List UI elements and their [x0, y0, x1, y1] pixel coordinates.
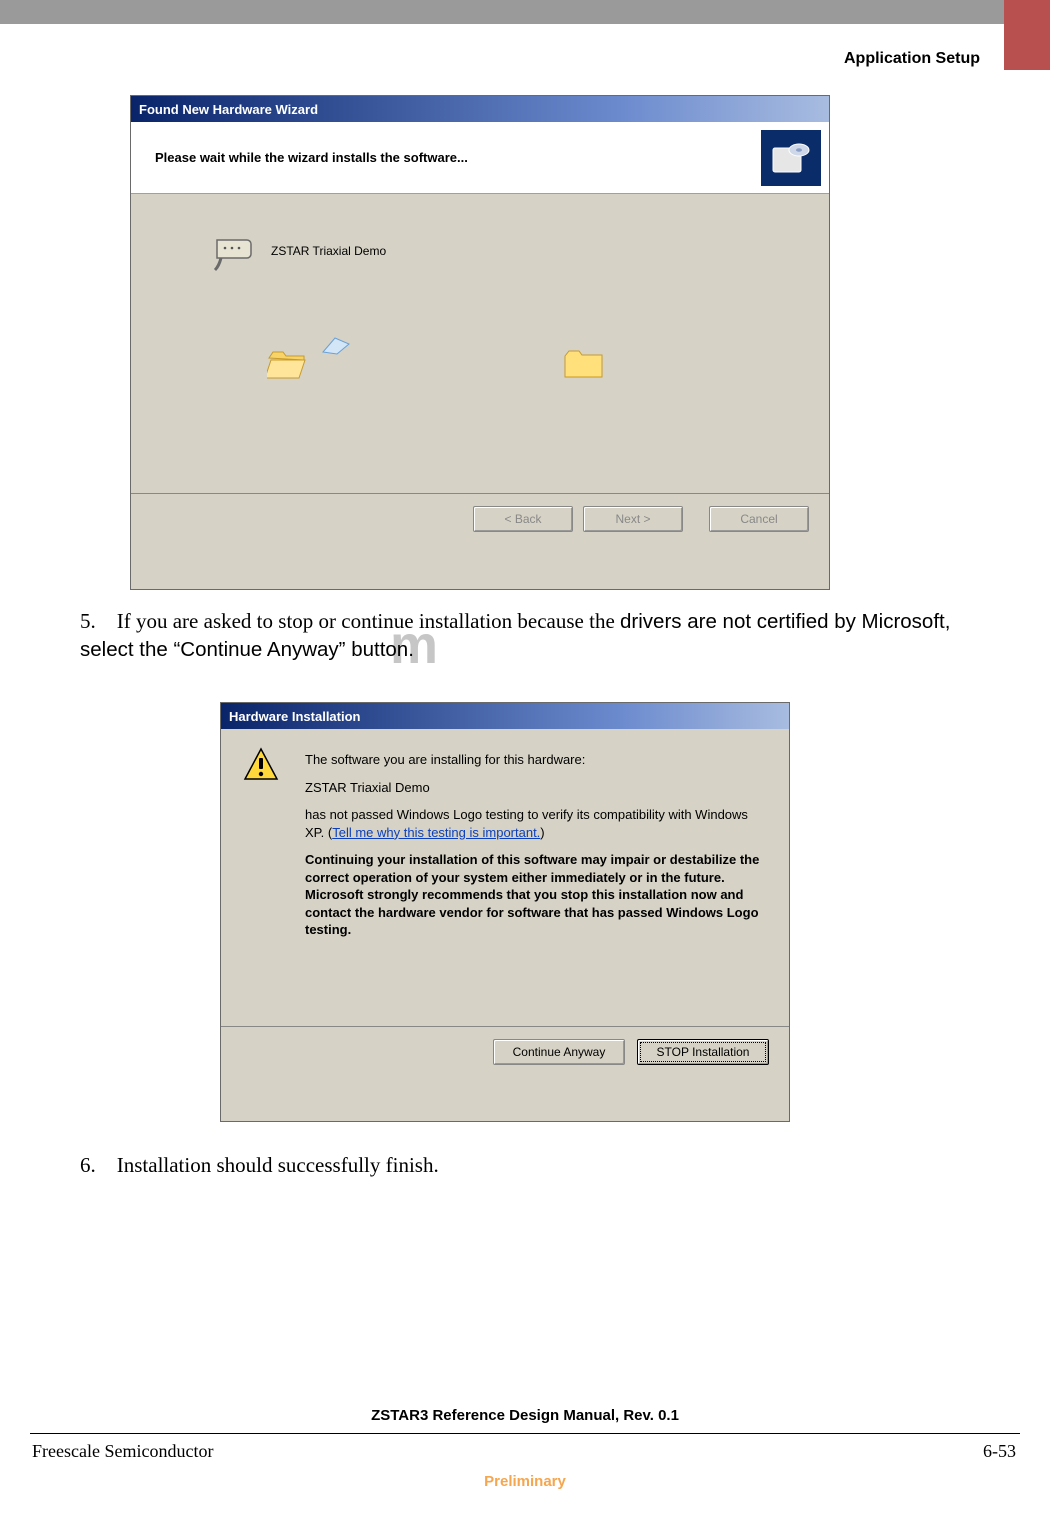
footer-preliminary: Preliminary [0, 1473, 1050, 1490]
warning-triangle-icon [243, 747, 279, 783]
serial-port-icon [211, 234, 261, 276]
step-6: 6. Installation should successfully fini… [80, 1152, 439, 1179]
top-gray-bar [0, 0, 1050, 24]
wizard-title: Found New Hardware Wizard [139, 102, 318, 117]
back-button[interactable]: < Back [473, 506, 573, 532]
wizard-button-row: < Back Next > Cancel [473, 506, 809, 532]
section-header: Application Setup [844, 50, 980, 68]
wizard-titlebar: Found New Hardware Wizard [131, 96, 829, 122]
warning-device: ZSTAR Triaxial Demo [305, 779, 765, 797]
wizard-dialog: Found New Hardware Wizard Please wait wh… [130, 95, 830, 590]
next-button[interactable]: Next > [583, 506, 683, 532]
hardware-installation-dialog: Hardware Installation The software you a… [220, 702, 790, 1122]
wizard-body: ZSTAR Triaxial Demo < Back Next > Cancel [131, 194, 829, 544]
red-page-tab [1004, 0, 1050, 70]
closed-folder-icon [563, 348, 605, 382]
open-folder-icon [267, 348, 309, 382]
warning-line1: The software you are installing for this… [305, 751, 765, 769]
warning-separator [221, 1026, 789, 1027]
step-6-text: Installation should successfully finish. [117, 1153, 439, 1177]
footer-company: Freescale Semiconductor [32, 1441, 213, 1462]
warning-titlebar: Hardware Installation [221, 703, 789, 729]
warning-text: The software you are installing for this… [305, 751, 765, 939]
step-5-number: 5. [80, 609, 96, 633]
logo-testing-link[interactable]: Tell me why this testing is important. [332, 825, 540, 840]
warning-line2: has not passed Windows Logo testing to v… [305, 806, 765, 841]
step-5: 5. If you are asked to stop or continue … [80, 608, 980, 663]
wizard-heading: Please wait while the wizard installs th… [155, 150, 468, 165]
footer-title: ZSTAR3 Reference Design Manual, Rev. 0.1 [0, 1407, 1050, 1424]
wizard-device-name: ZSTAR Triaxial Demo [271, 244, 386, 258]
footer-page-number: 6-53 [983, 1441, 1016, 1462]
warning-bold-block: Continuing your installation of this sof… [305, 851, 765, 939]
wizard-separator [131, 493, 829, 494]
warning-button-row: Continue Anyway STOP Installation [493, 1039, 769, 1065]
wizard-header-bar: Please wait while the wizard installs th… [131, 122, 829, 194]
install-cd-icon [761, 130, 821, 186]
continue-anyway-button[interactable]: Continue Anyway [493, 1039, 625, 1065]
warning-body: The software you are installing for this… [221, 729, 789, 1077]
cancel-button[interactable]: Cancel [709, 506, 809, 532]
step-6-number: 6. [80, 1153, 96, 1177]
flying-file-icon [321, 334, 351, 356]
step-5-text-a: If you are asked to stop or continue ins… [117, 609, 620, 633]
footer-rule [30, 1433, 1020, 1434]
stop-installation-button[interactable]: STOP Installation [637, 1039, 769, 1065]
warning-title: Hardware Installation [229, 709, 360, 724]
